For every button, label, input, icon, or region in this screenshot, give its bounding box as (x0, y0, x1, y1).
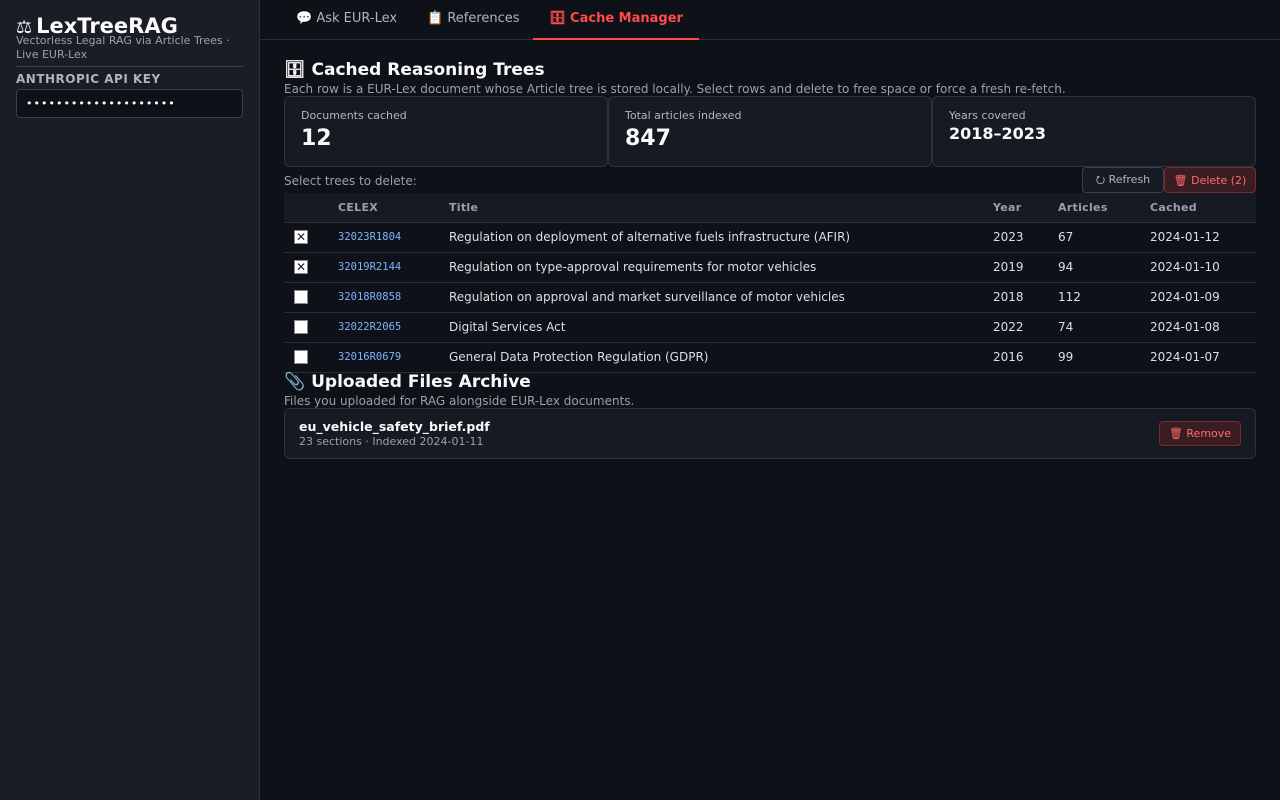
file-meta: 23 sections · Indexed 2024-01-11 (299, 435, 484, 448)
file-name: eu_vehicle_safety_brief.pdf (299, 419, 490, 434)
select-trees-label: Select trees to delete: (284, 174, 417, 188)
title-cell: Regulation on deployment of alternative … (449, 230, 851, 244)
uploaded-file-card: eu_vehicle_safety_brief.pdf 23 sections … (284, 408, 1256, 459)
column-header-select (284, 193, 338, 223)
table-row[interactable]: ✕ 32023R1804 Regulation on deployment of a… (284, 222, 1256, 252)
tab-bar: 💬 Ask EUR-Lex 📋 References 🗄 Cache Manag… (260, 0, 1280, 40)
title-cell: Regulation on approval and market survei… (449, 290, 845, 304)
articles-cell: 94 (1058, 260, 1074, 274)
celex-cell: 32016R0679 (338, 351, 402, 363)
row-select-cell (284, 282, 338, 312)
cabinet-icon: 🗄 (549, 11, 566, 26)
row-select-cell (284, 312, 338, 342)
cabinet-icon: 🗄 (284, 60, 306, 80)
column-header-celex[interactable]: CELEX (338, 193, 449, 223)
api-key-input[interactable] (16, 89, 243, 118)
articles-cell: 112 (1058, 290, 1081, 304)
year-cell: 2023 (993, 230, 1024, 244)
celex-cell: 32019R2144 (338, 261, 402, 273)
metric-value: 12 (301, 126, 332, 151)
refresh-button[interactable]: ⭮ Refresh (1082, 167, 1164, 193)
celex-cell: 32018R0858 (338, 291, 402, 303)
cached-date-cell: 2024-01-09 (1150, 290, 1220, 304)
row-select-cell: ✕ (284, 252, 338, 282)
table-row[interactable]: 32022R2065 Digital Services Act 2022 74 2024… (284, 312, 1256, 342)
title-cell: Regulation on type-approval requirements… (449, 260, 817, 274)
celex-cell: 32023R1804 (338, 231, 402, 243)
clipboard-icon: 📋 (427, 11, 444, 26)
celex-cell: 32022R2065 (338, 321, 402, 333)
cached-date-cell: 2024-01-08 (1150, 320, 1220, 334)
tab-label: Ask EUR-Lex (316, 11, 398, 26)
checked-x-icon: ✕ (295, 260, 307, 274)
cache-table: CELEX Title Year Articles Cached ✕ 32023R… (284, 193, 1256, 373)
tab-label: References (447, 11, 520, 26)
column-header-articles[interactable]: Articles (1058, 193, 1150, 223)
table-row[interactable]: 32018R0858 Regulation on approval and mar… (284, 282, 1256, 312)
row-checkbox[interactable] (294, 320, 308, 334)
tab-references[interactable]: 📋 References (411, 0, 536, 40)
metric-label: Documents cached (301, 109, 407, 122)
speech-bubble-icon: 💬 (296, 11, 313, 26)
cache-title-text: Cached Reasoning Trees (311, 60, 545, 80)
row-checkbox[interactable]: ✕ (294, 230, 308, 244)
sidebar-divider (16, 66, 243, 67)
api-key-label: ANTHROPIC API KEY (16, 72, 161, 86)
metric-value: 2018–2023 (949, 124, 1047, 143)
uploads-section-title: 📎 Uploaded Files Archive (284, 372, 531, 392)
column-header-cached[interactable]: Cached (1150, 193, 1256, 223)
metric-label: Total articles indexed (625, 109, 742, 122)
row-select-cell (284, 342, 338, 372)
cache-section-title: 🗄 Cached Reasoning Trees (284, 60, 545, 80)
row-checkbox[interactable]: ✕ (294, 260, 308, 274)
metric-label: Years covered (949, 109, 1026, 122)
metric-total-articles: Total articles indexed 847 (608, 96, 932, 167)
uploads-title-text: Uploaded Files Archive (311, 372, 531, 392)
year-cell: 2022 (993, 320, 1024, 334)
articles-cell: 67 (1058, 230, 1074, 244)
tab-ask-eur-lex[interactable]: 💬 Ask EUR-Lex (280, 0, 413, 40)
metric-value: 847 (625, 126, 671, 151)
metric-years-covered: Years covered 2018–2023 (932, 96, 1256, 167)
table-row[interactable]: 32016R0679 General Data Protection Regula… (284, 342, 1256, 372)
app-subtitle: Vectorless Legal RAG via Article Trees ·… (16, 34, 230, 61)
articles-cell: 99 (1058, 350, 1074, 364)
checked-x-icon: ✕ (295, 230, 307, 244)
row-select-cell: ✕ (284, 222, 338, 252)
articles-cell: 74 (1058, 320, 1074, 334)
year-cell: 2018 (993, 290, 1024, 304)
cached-date-cell: 2024-01-12 (1150, 230, 1220, 244)
row-checkbox[interactable] (294, 290, 308, 304)
table-row[interactable]: ✕ 32019R2144 Regulation on type-approval r… (284, 252, 1256, 282)
remove-file-button[interactable]: 🗑 Remove (1159, 421, 1241, 446)
year-cell: 2019 (993, 260, 1024, 274)
uploads-caption: Files you uploaded for RAG alongside EUR… (284, 394, 635, 408)
row-checkbox[interactable] (294, 350, 308, 364)
year-cell: 2016 (993, 350, 1024, 364)
sidebar: ⚖ LexTreeRAG Vectorless Legal RAG via Art… (0, 0, 260, 800)
cached-date-cell: 2024-01-07 (1150, 350, 1220, 364)
paperclip-icon: 📎 (284, 372, 306, 392)
cached-date-cell: 2024-01-10 (1150, 260, 1220, 274)
tab-cache-manager[interactable]: 🗄 Cache Manager (533, 0, 699, 40)
title-cell: Digital Services Act (449, 320, 566, 334)
tab-label: Cache Manager (570, 11, 683, 26)
title-cell: General Data Protection Regulation (GDPR… (449, 350, 709, 364)
column-header-year[interactable]: Year (993, 193, 1058, 223)
table-header-row: CELEX Title Year Articles Cached (284, 193, 1256, 223)
metric-documents-cached: Documents cached 12 (284, 96, 608, 167)
delete-button[interactable]: 🗑 Delete (2) (1164, 167, 1256, 193)
column-header-title[interactable]: Title (449, 193, 993, 223)
cache-caption: Each row is a EUR-Lex document whose Art… (284, 82, 1066, 96)
